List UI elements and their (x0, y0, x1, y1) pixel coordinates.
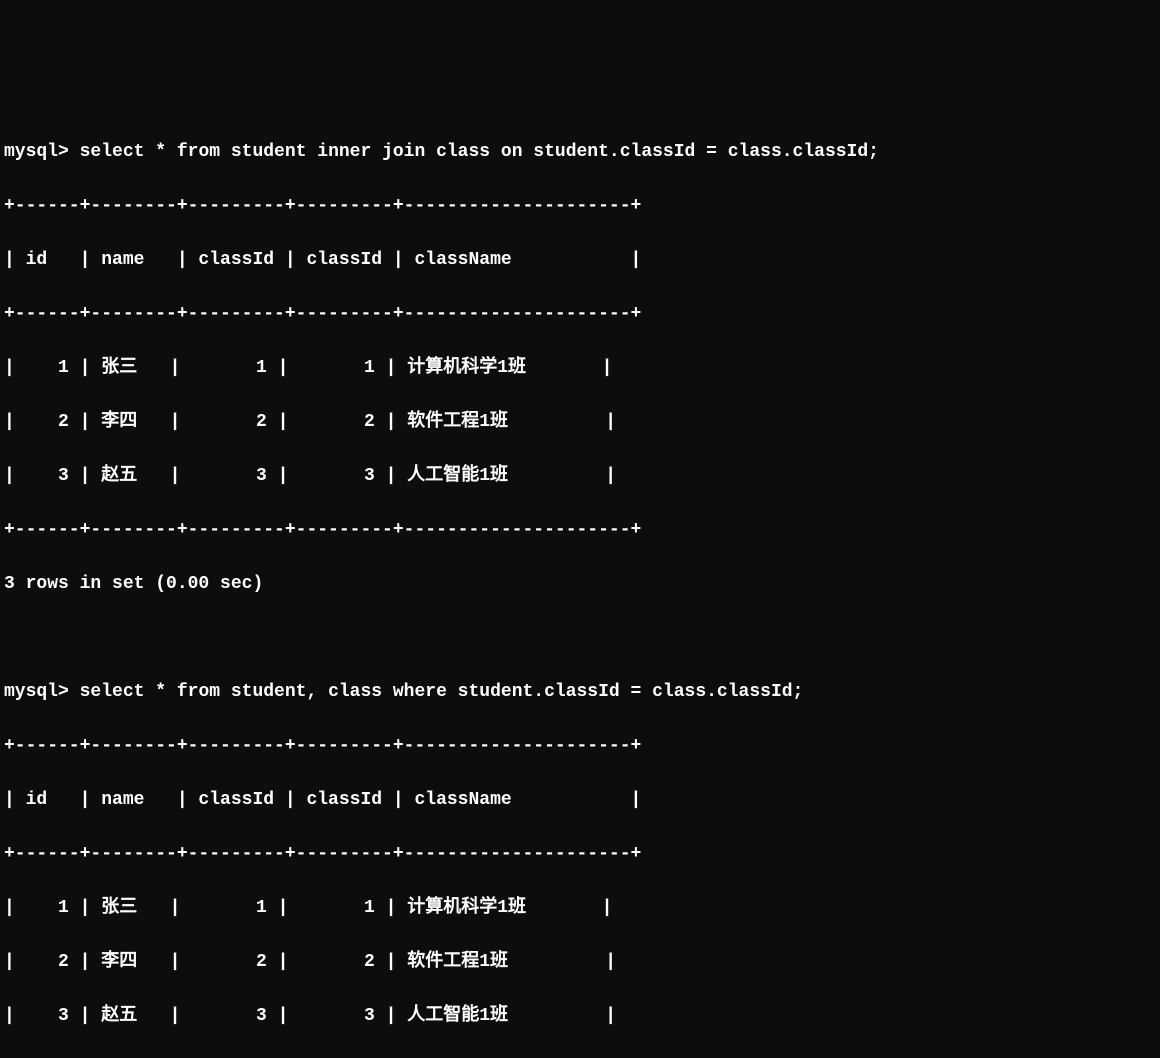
table-row: | 3 | 赵五 | 3 | 3 | 人工智能1班 | (4, 1003, 1156, 1030)
table-border-mid-1: +------+--------+---------+---------+---… (4, 301, 1156, 328)
table-header-2: | id | name | classId | classId | classN… (4, 787, 1156, 814)
table-header-1: | id | name | classId | classId | classN… (4, 247, 1156, 274)
table-border-bottom-2: +------+--------+---------+---------+---… (4, 1057, 1156, 1058)
mysql-prompt: mysql> (4, 142, 69, 162)
table-row: | 2 | 李四 | 2 | 2 | 软件工程1班 | (4, 949, 1156, 976)
result-footer-1: 3 rows in set (0.00 sec) (4, 571, 1156, 598)
mysql-terminal: mysql> select * from student inner join … (4, 112, 1156, 1058)
table-border-top-2: +------+--------+---------+---------+---… (4, 733, 1156, 760)
blank-line (4, 625, 1156, 652)
table-row: | 3 | 赵五 | 3 | 3 | 人工智能1班 | (4, 463, 1156, 490)
query-line-2: mysql> select * from student, class wher… (4, 679, 1156, 706)
table-border-mid-2: +------+--------+---------+---------+---… (4, 841, 1156, 868)
sql-query-2: select * from student, class where stude… (80, 682, 804, 702)
table-border-bottom-1: +------+--------+---------+---------+---… (4, 517, 1156, 544)
table-border-top-1: +------+--------+---------+---------+---… (4, 193, 1156, 220)
mysql-prompt: mysql> (4, 682, 69, 702)
table-row: | 1 | 张三 | 1 | 1 | 计算机科学1班 | (4, 355, 1156, 382)
query-line-1: mysql> select * from student inner join … (4, 139, 1156, 166)
sql-query-1: select * from student inner join class o… (80, 142, 879, 162)
table-row: | 2 | 李四 | 2 | 2 | 软件工程1班 | (4, 409, 1156, 436)
table-row: | 1 | 张三 | 1 | 1 | 计算机科学1班 | (4, 895, 1156, 922)
